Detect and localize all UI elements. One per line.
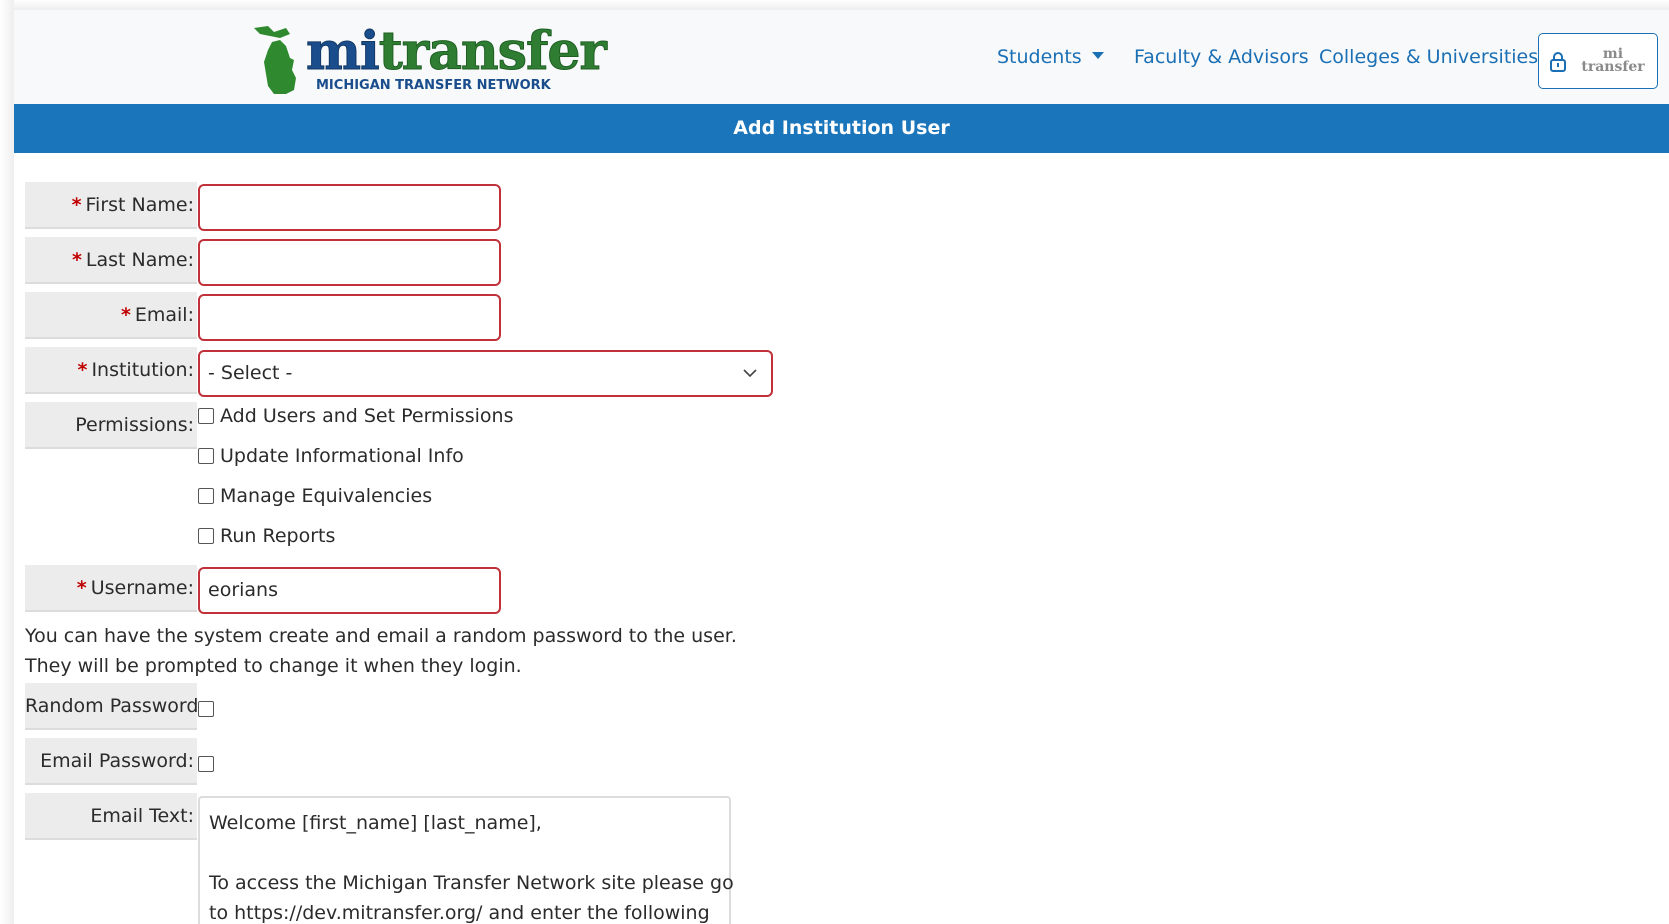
chevron-down-icon [743, 369, 757, 378]
random-password-label: Random Password: [25, 683, 205, 730]
username-field[interactable]: eorians [198, 567, 501, 614]
institution-selected-value: - Select - [208, 362, 293, 384]
email-label: * Email: [25, 292, 197, 339]
email-text-line: Welcome [first_name] [last_name], [209, 812, 542, 834]
permission-label-run-reports: Run Reports [220, 525, 336, 547]
logo-mi: mi [306, 21, 381, 82]
left-shadow [0, 0, 14, 924]
institution-label-text: Institution: [91, 359, 194, 381]
institution-select[interactable]: - Select - [198, 350, 773, 397]
login-logo: mi transfer [1579, 47, 1647, 75]
last-name-label-text: Last Name: [85, 249, 194, 271]
required-mark: * [77, 359, 88, 381]
last-name-field[interactable] [198, 239, 501, 286]
mitransfer-logo[interactable]: mitransfer MICHIGAN TRANSFER NETWORK [236, 16, 607, 100]
email-text-area[interactable]: Welcome [first_name] [last_name], To acc… [198, 796, 734, 924]
login-logo-line2: transfer [1581, 59, 1645, 75]
page: mitransfer MICHIGAN TRANSFER NETWORK Stu… [0, 0, 1669, 924]
michigan-map-icon [254, 26, 296, 94]
permission-checkbox-manage-equivalencies[interactable] [198, 488, 214, 504]
permission-label-add-users: Add Users and Set Permissions [220, 405, 514, 427]
nav-students-label: Students [997, 46, 1082, 68]
lock-icon [1550, 52, 1566, 72]
permission-checkbox-update-info[interactable] [198, 448, 214, 464]
required-mark: * [71, 249, 82, 271]
nav-students-dropdown[interactable]: Students [997, 46, 1104, 68]
permissions-label: Permissions: [25, 402, 197, 449]
top-shadow [0, 0, 1669, 10]
caret-down-icon [1091, 52, 1104, 59]
nav-faculty-advisors[interactable]: Faculty & Advisors [1134, 46, 1309, 68]
permission-label-manage-equivalencies: Manage Equivalencies [220, 485, 433, 507]
last-name-label: * Last Name: [25, 237, 197, 284]
username-label: * Username: [25, 565, 197, 612]
username-label-text: Username: [90, 577, 194, 599]
first-name-label: * First Name: [25, 182, 197, 229]
email-field[interactable] [198, 294, 501, 341]
email-text-line: To access the Michigan Transfer Network … [209, 872, 734, 894]
first-name-label-text: First Name: [85, 194, 194, 216]
required-mark: * [76, 577, 87, 599]
nav-colleges-universities[interactable]: Colleges & Universities [1319, 46, 1538, 68]
required-mark: * [120, 304, 131, 326]
password-note-line1: You can have the system create and email… [25, 625, 737, 647]
first-name-field[interactable] [198, 184, 501, 231]
institution-label: * Institution: [25, 347, 197, 394]
random-password-checkbox[interactable] [198, 701, 214, 717]
logo-tagline: MICHIGAN TRANSFER NETWORK [316, 78, 551, 93]
email-text-label: Email Text: [25, 793, 197, 840]
required-mark: * [71, 194, 82, 216]
login-button[interactable]: mi transfer [1538, 33, 1658, 89]
permission-checkbox-add-users[interactable] [198, 408, 214, 424]
permission-checkbox-run-reports[interactable] [198, 528, 214, 544]
email-label-text: Email: [134, 304, 194, 326]
navbar: mitransfer MICHIGAN TRANSFER NETWORK Stu… [14, 10, 1669, 104]
email-password-label: Email Password: [25, 738, 197, 785]
page-title: Add Institution User [14, 104, 1669, 153]
permission-label-update-info: Update Informational Info [220, 445, 464, 467]
logo-wordmark: mitransfer [306, 21, 608, 82]
password-note-line2: They will be prompted to change it when … [25, 655, 522, 677]
logo-transfer: transfer [378, 21, 607, 82]
email-text-line: to https://dev.mitransfer.org/ and enter… [209, 902, 710, 924]
email-text-line [209, 838, 720, 868]
email-password-checkbox[interactable] [198, 756, 214, 772]
